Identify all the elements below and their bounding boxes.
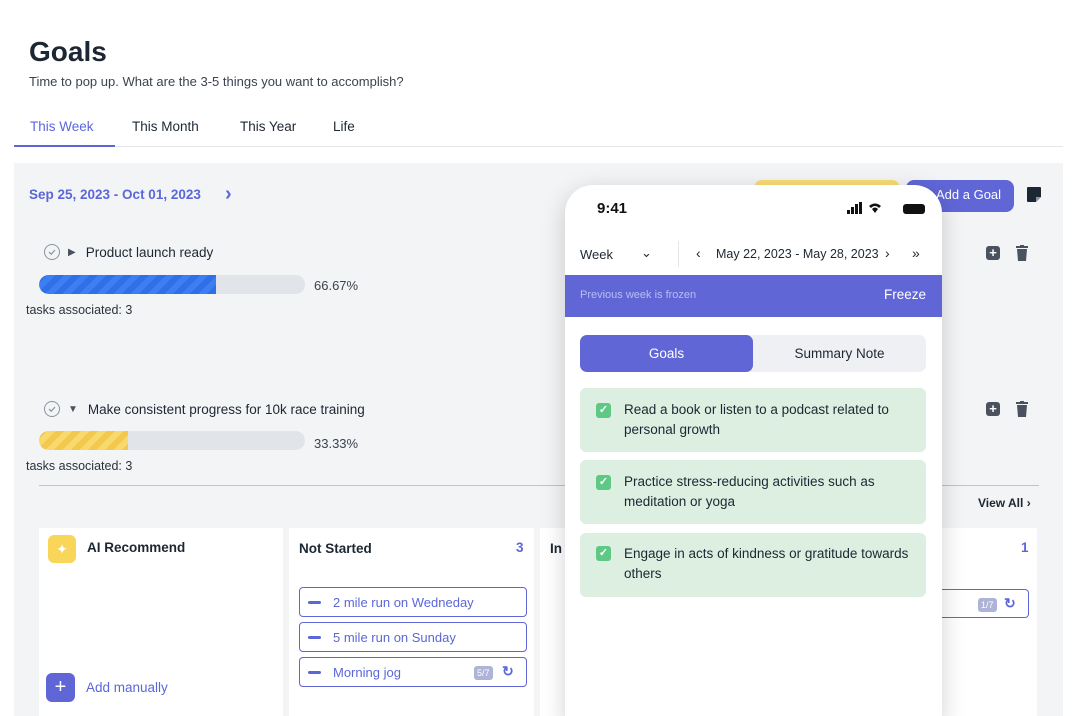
goal-tasks-count: tasks associated: 3 (26, 303, 133, 317)
task-label: Morning jog (333, 664, 401, 680)
repeat-icon[interactable]: ↻ (502, 663, 514, 680)
segmented-control: Goals Summary Note (580, 335, 926, 372)
minus-icon (308, 600, 321, 604)
goal-card[interactable]: ✓ Practice stress-reducing activities su… (580, 460, 926, 524)
goal-progress-fill (39, 275, 217, 294)
goal-card[interactable]: ✓ Read a book or listen to a podcast rel… (580, 388, 926, 452)
goal-card-text: Read a book or listen to a podcast relat… (624, 402, 889, 437)
tab-this-year[interactable]: This Year (240, 119, 296, 134)
divider (678, 241, 679, 267)
chevron-left-icon[interactable]: ‹ (696, 245, 701, 261)
goal-progress-percent: 66.67% (314, 278, 359, 293)
freeze-button[interactable]: Freeze (884, 287, 926, 302)
caret-down-icon[interactable]: ▼ (68, 404, 78, 415)
period-select[interactable]: Week (580, 247, 613, 262)
page-subtitle: Time to pop up. What are the 3-5 things … (29, 74, 404, 89)
done-count: 1 (1021, 540, 1029, 555)
caret-right-icon[interactable]: ▶ (68, 247, 76, 258)
trash-icon[interactable] (1016, 245, 1028, 261)
task-label: 2 mile run on Wedneday (333, 594, 474, 610)
goal-progress-bar (39, 275, 305, 294)
task-card[interactable]: 2 mile run on Wedneday (299, 587, 527, 617)
tab-this-month[interactable]: This Month (132, 119, 199, 134)
checkbox-checked-icon[interactable]: ✓ (596, 546, 611, 561)
chevron-right-icon: › (1026, 496, 1031, 510)
goal-check-icon[interactable] (44, 401, 60, 417)
add-manually-button[interactable]: Add manually (86, 680, 168, 695)
goal-card-text: Engage in acts of kindness or gratitude … (624, 546, 909, 581)
ai-recommend-title: AI Recommend (87, 540, 186, 555)
chevron-right-icon[interactable]: › (885, 245, 890, 261)
segment-goals[interactable]: Goals (580, 335, 753, 372)
goal-tasks-count: tasks associated: 3 (26, 459, 133, 473)
goal-title: Make consistent progress for 10k race tr… (87, 401, 365, 417)
add-task-icon[interactable]: + (986, 246, 1000, 260)
checkbox-checked-icon[interactable]: ✓ (596, 403, 611, 418)
done-column (930, 528, 1037, 716)
checkbox-checked-icon[interactable]: ✓ (596, 475, 611, 490)
task-card[interactable]: Morning jog 5/7 ↻ (299, 657, 527, 687)
task-count-badge: 1/7 (978, 598, 997, 612)
in-progress-title: In (550, 541, 562, 556)
minus-icon (308, 635, 321, 639)
trash-icon[interactable] (1016, 401, 1028, 417)
mobile-preview: 9:41 Week ⌄ ‹ May 22, 2023 - May 28, 202… (565, 185, 942, 716)
task-count-badge: 5/7 (474, 666, 493, 680)
task-card[interactable]: 1/7 ↻ (930, 589, 1029, 618)
minus-icon (308, 670, 321, 674)
goal-title: Product launch ready (85, 244, 214, 260)
tab-life[interactable]: Life (333, 119, 355, 134)
goal-progress-percent: 33.33% (314, 436, 359, 451)
goal-check-icon[interactable] (44, 244, 60, 260)
phone-date-range: May 22, 2023 - May 28, 2023 (716, 247, 879, 261)
tab-this-week[interactable]: This Week (30, 119, 94, 134)
task-label: 5 mile run on Sunday (333, 629, 456, 645)
goal-card-text: Practice stress-reducing activities such… (624, 474, 875, 509)
page-title: Goals (29, 36, 107, 67)
not-started-count: 3 (516, 540, 524, 555)
sticky-note-icon[interactable] (1027, 187, 1041, 202)
not-started-title: Not Started (299, 541, 372, 556)
segment-summary-note[interactable]: Summary Note (753, 335, 926, 372)
add-task-icon[interactable]: + (986, 402, 1000, 416)
date-range: Sep 25, 2023 - Oct 01, 2023 (29, 187, 201, 202)
battery-icon (903, 204, 925, 214)
view-all-link[interactable]: View All › (978, 496, 1031, 510)
plus-icon[interactable]: + (46, 673, 75, 702)
frozen-message: Previous week is frozen (580, 289, 697, 301)
period-tabs: This Week This Month This Year Life (14, 117, 1063, 147)
chevron-right-icon[interactable]: › (225, 183, 232, 206)
double-chevron-right-icon[interactable]: » (912, 245, 920, 261)
goals-page: Goals Time to pop up. What are the 3-5 t… (0, 0, 1074, 716)
task-card[interactable]: 5 mile run on Sunday (299, 622, 527, 652)
frozen-banner: Previous week is frozen Freeze (565, 275, 942, 317)
signal-wifi-icon (847, 202, 895, 217)
goal-card[interactable]: ✓ Engage in acts of kindness or gratitud… (580, 533, 926, 597)
view-all-label: View All (978, 496, 1024, 510)
active-tab-indicator (14, 145, 115, 147)
goal-progress-bar (39, 431, 305, 450)
goal-row[interactable]: ▶ Product launch ready (44, 244, 213, 260)
chevron-down-icon[interactable]: ⌄ (641, 245, 652, 261)
sparkle-icon: ✦ (48, 535, 76, 563)
goal-progress-fill (39, 431, 128, 450)
status-time: 9:41 (597, 200, 628, 217)
repeat-icon[interactable]: ↻ (1004, 595, 1016, 612)
goal-row[interactable]: ▼ Make consistent progress for 10k race … (44, 401, 365, 417)
